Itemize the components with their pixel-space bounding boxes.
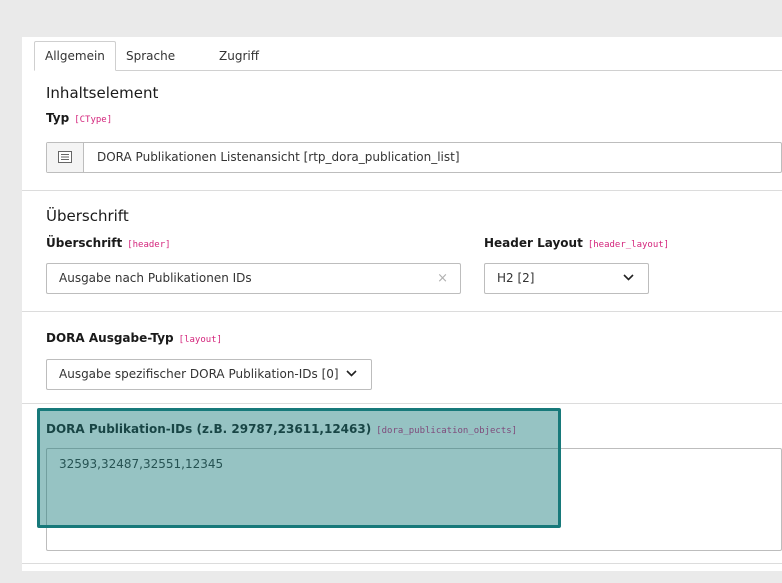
output-type-label-text: DORA Ausgabe-Typ bbox=[46, 331, 174, 345]
section-title-header: Überschrift bbox=[46, 207, 129, 225]
divider bbox=[22, 403, 782, 404]
header-field-code: [header] bbox=[127, 240, 171, 250]
header-layout-label: Header Layout [header_layout] bbox=[484, 236, 669, 250]
type-label: Typ [CType] bbox=[46, 111, 112, 125]
header-input[interactable]: Ausgabe nach Publikationen IDs × bbox=[46, 263, 461, 294]
header-layout-field-code: [header_layout] bbox=[587, 240, 670, 250]
tab-zugriff[interactable]: Zugriff bbox=[209, 43, 269, 70]
section-title-content-element: Inhaltselement bbox=[46, 84, 159, 102]
divider bbox=[22, 311, 782, 312]
ctype-select[interactable]: DORA Publikationen Listenansicht [rtp_do… bbox=[46, 142, 782, 173]
ctype-value: DORA Publikationen Listenansicht [rtp_do… bbox=[97, 150, 460, 164]
header-layout-label-text: Header Layout bbox=[484, 236, 583, 250]
tab-sprache[interactable]: Sprache bbox=[116, 43, 185, 70]
output-type-select[interactable]: Ausgabe spezifischer DORA Publikation-ID… bbox=[46, 359, 372, 390]
divider bbox=[22, 563, 782, 564]
header-layout-select[interactable]: H2 [2] bbox=[484, 263, 649, 294]
chevron-down-icon bbox=[346, 370, 357, 377]
tab-allgemein[interactable]: Allgemein bbox=[34, 41, 116, 71]
tab-bar: Allgemein Sprache Zugriff bbox=[34, 37, 782, 71]
clear-icon[interactable]: × bbox=[437, 264, 448, 293]
selection-highlight bbox=[37, 408, 561, 528]
output-type-field-code: [layout] bbox=[178, 335, 223, 345]
type-field-code: [CType] bbox=[74, 115, 113, 125]
output-type-value: Ausgabe spezifischer DORA Publikation-ID… bbox=[59, 367, 339, 381]
chevron-down-icon bbox=[623, 274, 634, 281]
header-label: Überschrift [header] bbox=[46, 236, 171, 250]
header-label-text: Überschrift bbox=[46, 236, 123, 250]
header-layout-value: H2 [2] bbox=[497, 271, 535, 285]
divider bbox=[22, 190, 782, 191]
header-input-value: Ausgabe nach Publikationen IDs bbox=[59, 271, 252, 285]
content-element-icon bbox=[47, 143, 84, 172]
type-label-text: Typ bbox=[46, 111, 70, 125]
output-type-label: DORA Ausgabe-Typ [layout] bbox=[46, 331, 222, 345]
